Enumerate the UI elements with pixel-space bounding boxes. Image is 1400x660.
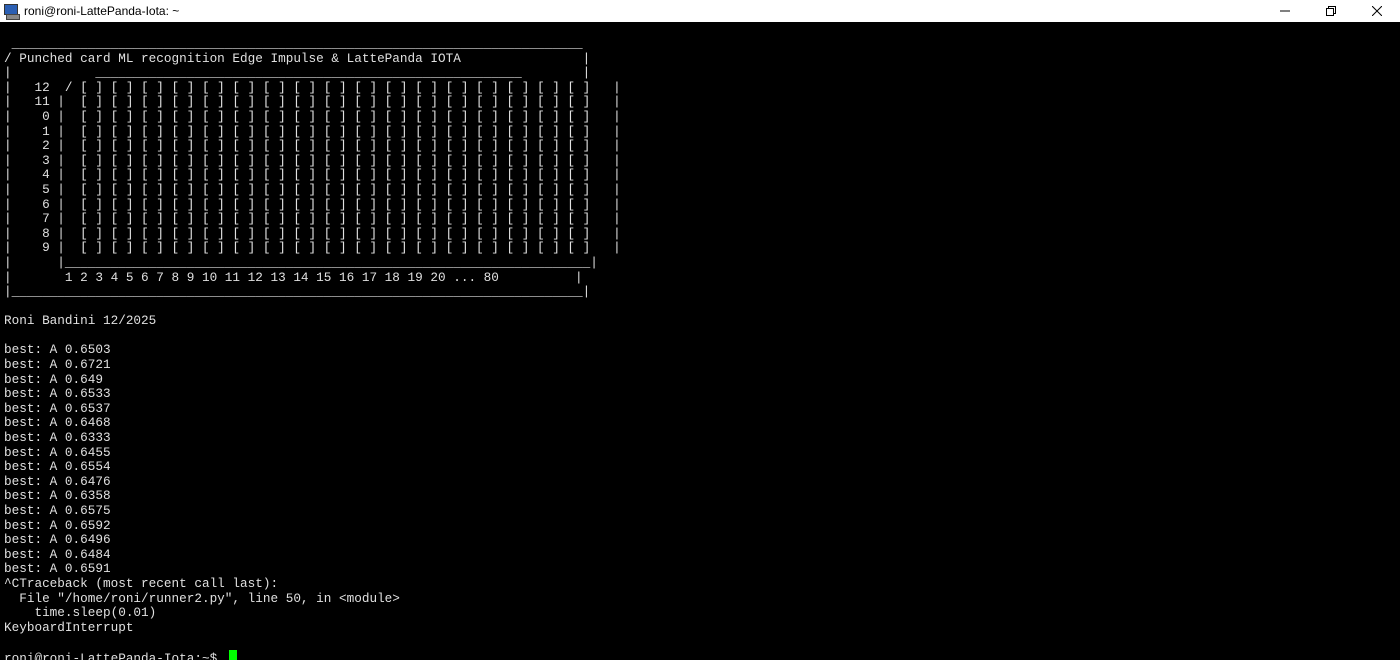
terminal-line: | ______________________________________…: [4, 65, 591, 81]
terminal-line: time.sleep(0.01): [4, 605, 157, 621]
terminal-line: KeyboardInterrupt: [4, 619, 134, 635]
close-button[interactable]: [1354, 0, 1400, 22]
terminal-line: | 12 / [ ] [ ] [ ] [ ] [ ] [ ] [ ] [ ] […: [4, 79, 621, 95]
terminal-line: | 0 | [ ] [ ] [ ] [ ] [ ] [ ] [ ] [ ] [ …: [4, 108, 621, 124]
terminal-line: best: A 0.649: [4, 371, 103, 387]
terminal-line: ________________________________________…: [4, 36, 583, 51]
terminal-line: best: A 0.6496: [4, 532, 111, 548]
terminal-line: best: A 0.6455: [4, 444, 111, 460]
terminal-line: best: A 0.6503: [4, 342, 111, 358]
close-icon: [1372, 6, 1382, 16]
terminal-line: | 1 | [ ] [ ] [ ] [ ] [ ] [ ] [ ] [ ] [ …: [4, 123, 621, 139]
restore-button[interactable]: [1308, 0, 1354, 22]
terminal-line: |_______________________________________…: [4, 284, 591, 300]
minimize-icon: [1280, 10, 1290, 12]
terminal-line: | 11 | [ ] [ ] [ ] [ ] [ ] [ ] [ ] [ ] […: [4, 94, 621, 110]
terminal-line: | 6 | [ ] [ ] [ ] [ ] [ ] [ ] [ ] [ ] [ …: [4, 196, 621, 212]
terminal-line: best: A 0.6575: [4, 503, 111, 518]
title-bar[interactable]: roni@roni-LattePanda-Iota: ~: [0, 0, 1400, 22]
minimize-button[interactable]: [1262, 0, 1308, 22]
window-title: roni@roni-LattePanda-Iota: ~: [24, 4, 180, 18]
terminal-line: best: A 0.6533: [4, 386, 111, 402]
text-cursor: [228, 649, 237, 660]
terminal-area[interactable]: ________________________________________…: [0, 22, 1400, 660]
shell-prompt: roni@roni-LattePanda-Iota:~$: [4, 650, 225, 660]
terminal-line: | 2 | [ ] [ ] [ ] [ ] [ ] [ ] [ ] [ ] [ …: [4, 138, 621, 154]
terminal-line: best: A 0.6537: [4, 400, 111, 416]
terminal-line: | 3 | [ ] [ ] [ ] [ ] [ ] [ ] [ ] [ ] [ …: [4, 152, 621, 168]
terminal-line: | 9 | [ ] [ ] [ ] [ ] [ ] [ ] [ ] [ ] [ …: [4, 240, 621, 256]
terminal-line: best: A 0.6554: [4, 459, 111, 475]
terminal-line: ^CTraceback (most recent call last):: [4, 575, 279, 591]
terminal-line: | 8 | [ ] [ ] [ ] [ ] [ ] [ ] [ ] [ ] [ …: [4, 225, 621, 241]
terminal-line: best: A 0.6591: [4, 561, 111, 577]
window-controls: [1262, 0, 1400, 22]
terminal-line: | |_____________________________________…: [4, 254, 598, 270]
terminal-line: | 1 2 3 4 5 6 7 8 9 10 11 12 13 14 15 16…: [4, 269, 583, 285]
terminal-line: File "/home/roni/runner2.py", line 50, i…: [4, 590, 400, 606]
terminal-line: | 7 | [ ] [ ] [ ] [ ] [ ] [ ] [ ] [ ] [ …: [4, 211, 621, 227]
terminal-line: best: A 0.6468: [4, 415, 111, 431]
terminal-line: best: A 0.6358: [4, 488, 111, 504]
terminal-line: / Punched card ML recognition Edge Impul…: [4, 50, 591, 66]
terminal-line: best: A 0.6721: [4, 357, 111, 373]
terminal-line: Roni Bandini 12/2025: [4, 313, 157, 329]
terminal-line: | 4 | [ ] [ ] [ ] [ ] [ ] [ ] [ ] [ ] [ …: [4, 167, 621, 183]
putty-terminal-icon[interactable]: [3, 3, 20, 20]
terminal-line: best: A 0.6476: [4, 473, 111, 489]
terminal-output: ________________________________________…: [4, 36, 621, 660]
terminal-line: best: A 0.6484: [4, 546, 111, 562]
restore-icon: [1326, 6, 1336, 16]
shell-prompt-line[interactable]: roni@roni-LattePanda-Iota:~$: [4, 649, 621, 660]
terminal-line: best: A 0.6333: [4, 430, 111, 446]
terminal-line: best: A 0.6592: [4, 517, 111, 533]
terminal-line: | 5 | [ ] [ ] [ ] [ ] [ ] [ ] [ ] [ ] [ …: [4, 181, 621, 197]
